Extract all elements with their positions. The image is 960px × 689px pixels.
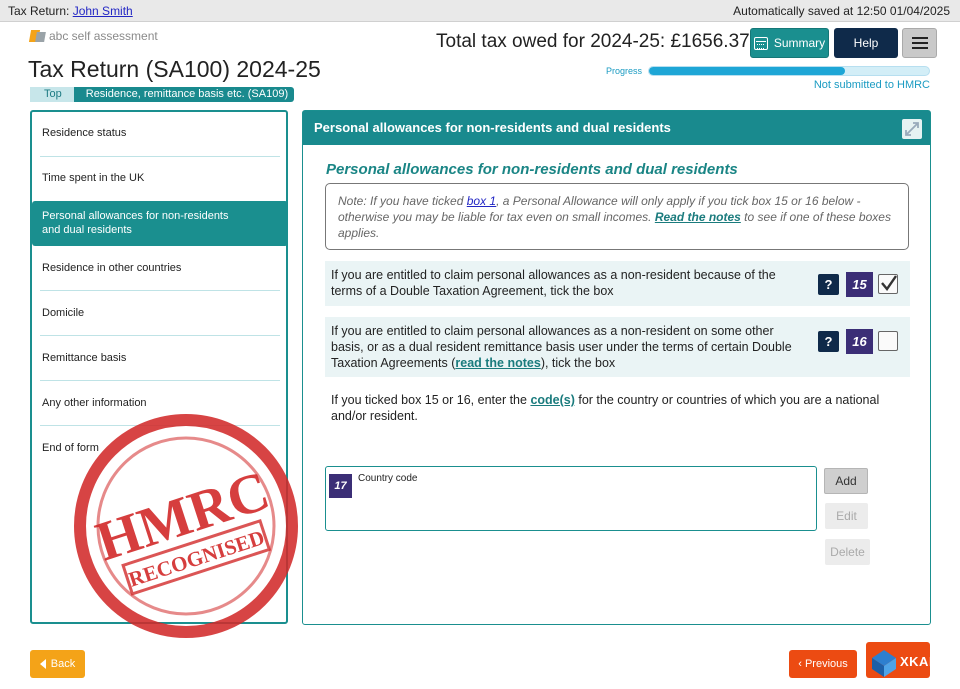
note-box: Note: If you have ticked box 1, a Person… xyxy=(325,183,909,250)
tax-return-owner: Tax Return: John Smith xyxy=(8,4,133,18)
sidebar-item-label: Remittance basis xyxy=(42,352,127,364)
hamburger-icon-line xyxy=(911,42,928,44)
brand-logo[interactable]: abc self assessment xyxy=(28,28,158,44)
box-1-link[interactable]: box 1 xyxy=(467,194,496,208)
sidebar-item-time-in-uk[interactable]: Time spent in the UK xyxy=(40,157,280,202)
submission-status: Not submitted to HMRC xyxy=(813,79,930,91)
question-text: If you are entitled to claim personal al… xyxy=(331,268,776,298)
edit-button[interactable]: Edit xyxy=(825,503,868,529)
summary-label: Summary xyxy=(773,36,826,50)
total-tax-owed: Total tax owed for 2024-25: £1656.37 xyxy=(436,31,750,52)
panel-header: Personal allowances for non-residents an… xyxy=(303,111,930,145)
main-panel: Personal allowances for non-residents an… xyxy=(302,110,931,625)
delete-button[interactable]: Delete xyxy=(825,539,870,565)
xkare-watermark: XKARE xyxy=(870,646,954,678)
progress-bar xyxy=(648,66,930,76)
progress-label: Progress xyxy=(606,66,643,76)
help-question-button[interactable]: ? xyxy=(818,274,839,295)
hmrc-recognised-stamp: HMRC RECOGNISED xyxy=(74,414,298,638)
country-question-text: If you ticked box 15 or 16, enter the co… xyxy=(331,392,891,424)
checkmark-icon xyxy=(881,275,897,291)
help-question-button[interactable]: ? xyxy=(818,331,839,352)
question-text-part: ), tick the box xyxy=(540,356,616,370)
add-button[interactable]: Add xyxy=(824,468,868,494)
read-notes-link[interactable]: Read the notes xyxy=(655,210,741,224)
help-button[interactable]: Help xyxy=(834,28,898,58)
progress-fill xyxy=(649,67,845,75)
note-text-1: Note: If you have ticked xyxy=(338,194,467,208)
sidebar-item-residence-other-countries[interactable]: Residence in other countries xyxy=(40,246,280,291)
sidebar-item-domicile[interactable]: Domicile xyxy=(40,291,280,336)
codes-link[interactable]: code(s) xyxy=(530,393,574,407)
box-number-badge: 16 xyxy=(846,329,873,354)
box-16-checkbox[interactable] xyxy=(878,331,898,351)
sidebar-item-label: Residence in other countries xyxy=(42,262,182,274)
country-code-field[interactable]: 17 Country code xyxy=(325,466,817,531)
sidebar-item-personal-allowances[interactable]: Personal allowances for non-residents an… xyxy=(32,201,288,246)
expand-icon[interactable] xyxy=(902,119,922,139)
summary-button[interactable]: Summary xyxy=(750,28,829,58)
country-code-label: Country code xyxy=(358,473,418,484)
question-box-15: If you are entitled to claim personal al… xyxy=(325,261,910,306)
top-bar: Tax Return: John Smith Automatically sav… xyxy=(0,0,960,22)
sidebar-item-label: Domicile xyxy=(42,307,85,319)
page-title: Tax Return (SA100) 2024-25 xyxy=(28,56,321,82)
question-box-16: If you are entitled to claim personal al… xyxy=(325,317,910,377)
back-arrow-icon xyxy=(39,659,46,669)
abc-logo-icon xyxy=(28,29,46,43)
sidebar-item-label: Time spent in the UK xyxy=(42,172,145,184)
sidebar-item-remittance-basis[interactable]: Remittance basis xyxy=(40,336,280,381)
back-label: Back xyxy=(50,658,76,670)
logo-text: abc self assessment xyxy=(49,29,158,43)
xkare-logo-icon xyxy=(872,650,896,677)
watermark-text: XKARE xyxy=(900,654,949,669)
panel-header-title: Personal allowances for non-residents an… xyxy=(314,120,671,135)
sidebar-item-residence-status[interactable]: Residence status xyxy=(40,112,280,157)
previous-button[interactable]: ‹ Previous xyxy=(789,650,857,678)
box-number-badge: 15 xyxy=(846,272,873,297)
hamburger-icon-line xyxy=(911,47,928,49)
breadcrumb: Top Residence, remittance basis etc. (SA… xyxy=(30,87,295,102)
calculator-icon xyxy=(753,36,768,50)
sidebar-item-label: Residence status xyxy=(42,127,127,139)
menu-button[interactable] xyxy=(902,28,937,58)
breadcrumb-current: Residence, remittance basis etc. (SA109) xyxy=(73,87,295,102)
autosave-status: Automatically saved at 12:50 01/04/2025 xyxy=(733,4,950,18)
question-text: If you are entitled to claim personal al… xyxy=(331,323,809,371)
read-notes-link[interactable]: read the notes xyxy=(455,356,540,370)
section-subtitle: Personal allowances for non-residents an… xyxy=(326,161,738,178)
user-name-link[interactable]: John Smith xyxy=(73,4,133,18)
back-button[interactable]: Back xyxy=(30,650,85,678)
tax-return-prefix: Tax Return: xyxy=(8,4,70,18)
box-15-checkbox[interactable] xyxy=(878,274,898,294)
breadcrumb-top[interactable]: Top xyxy=(30,87,74,102)
box-number-badge: 17 xyxy=(329,474,352,498)
question-text-part: If you ticked box 15 or 16, enter the xyxy=(331,393,531,407)
sidebar-item-label: Personal allowances for non-residents an… xyxy=(42,210,229,236)
hamburger-icon-line xyxy=(911,37,928,39)
